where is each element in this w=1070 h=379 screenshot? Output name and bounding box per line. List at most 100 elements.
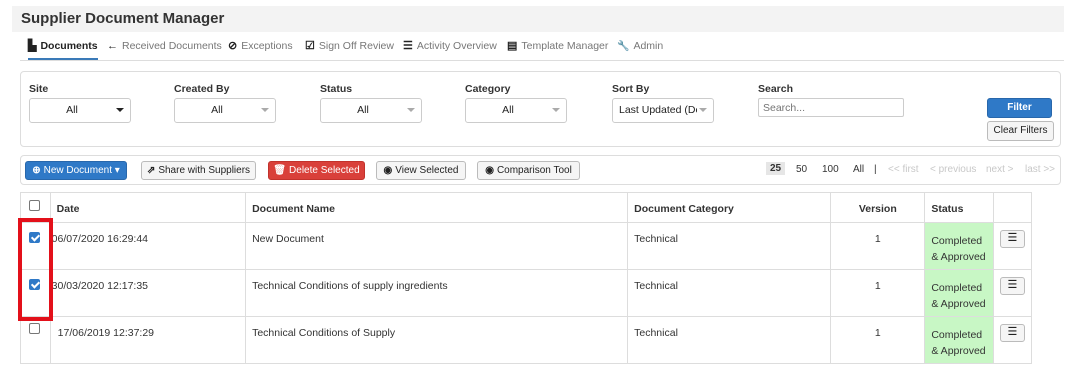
tab-sign-off-review[interactable]: ☑ Sign Off Review (305, 34, 394, 59)
view-selected-button[interactable]: ◉ View Selected (376, 161, 466, 180)
tab-label: Documents (40, 40, 98, 52)
chevron-down-icon (116, 108, 124, 112)
row-actions-cell: ☰ (993, 269, 1033, 317)
new-document-button[interactable]: ⊕ New Document ▾ (25, 161, 127, 180)
checkbox-highlight-box (18, 218, 53, 321)
tab-documents[interactable]: ▙ Documents (28, 34, 98, 60)
table-icon: ▤ (507, 40, 518, 52)
table-header-row: Date Document Name Document Category Ver… (20, 192, 1033, 223)
row-actions-cell: ☰ (993, 316, 1033, 364)
select-all-checkbox[interactable] (29, 200, 40, 211)
tab-template-manager[interactable]: ▤ Template Manager (507, 34, 608, 59)
header-version[interactable]: Version (830, 192, 926, 223)
tab-received-documents[interactable]: ← Received Documents (107, 34, 222, 59)
documents-table: Date Document Name Document Category Ver… (20, 192, 1033, 364)
chevron-down-icon (261, 108, 269, 112)
tab-label: Exceptions (241, 40, 293, 52)
action-toolbar: ⊕ New Document ▾ ⇗ Share with Suppliers 🗑 D… (20, 155, 1061, 185)
created-by-select[interactable]: All (174, 98, 276, 123)
row-category: Technical (627, 269, 832, 317)
page-size-50[interactable]: 50 (796, 164, 807, 175)
comparison-tool-button[interactable]: ◉ Comparison Tool (477, 161, 580, 180)
status-select[interactable]: All (320, 98, 422, 123)
eye-icon: ◉ (383, 165, 393, 176)
row-status: Completed & Approved (924, 316, 994, 364)
created-by-label: Created By (174, 83, 230, 95)
header-actions (993, 192, 1033, 223)
row-date: 06/07/2020 16:29:44 (50, 222, 247, 270)
sort-by-label: Sort By (612, 83, 650, 95)
row-date: 17/06/2019 12:37:29 (50, 316, 247, 364)
site-label: Site (29, 83, 49, 95)
page-size-all[interactable]: All (853, 164, 864, 175)
arrow-left-icon: ← (107, 40, 118, 52)
filter-button[interactable]: Filter (987, 98, 1052, 118)
clear-filters-button[interactable]: Clear Filters (987, 121, 1054, 141)
tab-label: Received Documents (122, 40, 222, 52)
header-status[interactable]: Status (924, 192, 994, 223)
list-menu-button[interactable]: ☰ (999, 324, 1025, 342)
header-date[interactable]: Date (50, 192, 247, 223)
pager-last[interactable]: last >> (1025, 164, 1055, 175)
table-row: 17/06/2019 12:37:29 Technical Conditions… (20, 316, 1033, 364)
tab-label: Template Manager (521, 40, 609, 52)
row-status: Completed & Approved (924, 222, 994, 270)
tab-label: Admin (633, 40, 664, 52)
row-version: 1 (830, 269, 926, 317)
document-icon: ▙ (28, 40, 37, 52)
chevron-down-icon (407, 108, 415, 112)
table-row: 06/07/2020 16:29:44 New Document Technic… (20, 222, 1033, 270)
list-icon: ☰ (1007, 326, 1018, 338)
tab-admin[interactable]: 🔧 Admin (617, 34, 663, 59)
caret-down-icon: ▾ (114, 165, 120, 176)
delete-selected-button[interactable]: 🗑 Delete Selected (268, 161, 365, 180)
filter-panel: Site All Created By All Status All Categ… (20, 71, 1061, 147)
list-icon: ☰ (1007, 232, 1018, 244)
list-icon: ☰ (1007, 279, 1018, 291)
row-document-name[interactable]: Technical Conditions of Supply (245, 316, 629, 364)
chevron-down-icon (699, 108, 707, 112)
tab-activity-overview[interactable]: ☰ Activity Overview (403, 34, 497, 59)
list-menu-button[interactable]: ☰ (999, 277, 1025, 295)
site-select[interactable]: All (29, 98, 131, 123)
row-document-name[interactable]: New Document (245, 222, 629, 270)
page-size-25[interactable]: 25 (766, 162, 786, 175)
share-with-suppliers-button[interactable]: ⇗ Share with Suppliers (141, 161, 256, 180)
pager-separator: | (874, 164, 877, 175)
row-date: 30/03/2020 12:17:35 (50, 269, 247, 317)
pager-next[interactable]: next > (986, 164, 1014, 175)
list-icon: ☰ (403, 40, 413, 52)
row-status: Completed & Approved (924, 269, 994, 317)
share-icon: ⇗ (146, 165, 156, 176)
title-bar: Supplier Document Manager (12, 6, 1064, 32)
search-input[interactable] (758, 98, 904, 117)
row-select-cell (20, 316, 51, 364)
tab-label: Sign Off Review (318, 40, 394, 52)
search-label: Search (758, 83, 794, 95)
nav-tabs: ▙ Documents ← Received Documents ⊘ Exceptio… (20, 34, 1064, 61)
category-label: Category (465, 83, 511, 95)
sort-by-select[interactable]: Last Updated (Desc (612, 98, 714, 123)
pager-first[interactable]: << first (888, 164, 919, 175)
tab-exceptions[interactable]: ⊘ Exceptions (228, 34, 293, 59)
page-size-100[interactable]: 100 (822, 164, 839, 175)
header-document-category[interactable]: Document Category (627, 192, 832, 223)
status-label: Status (320, 83, 353, 95)
wrench-icon: 🔧 (617, 41, 630, 52)
app-title: Supplier Document Manager (21, 10, 225, 27)
check-circle-icon: ⊘ (228, 40, 238, 52)
row-version: 1 (830, 222, 926, 270)
row-checkbox[interactable] (29, 323, 40, 334)
row-category: Technical (627, 316, 832, 364)
row-version: 1 (830, 316, 926, 364)
category-select[interactable]: All (465, 98, 567, 123)
eye-icon: ◉ (485, 165, 494, 176)
row-category: Technical (627, 222, 832, 270)
chevron-down-icon (552, 108, 560, 112)
list-menu-button[interactable]: ☰ (999, 230, 1025, 248)
trash-icon: 🗑 (273, 165, 287, 176)
header-document-name[interactable]: Document Name (245, 192, 629, 223)
row-document-name[interactable]: Technical Conditions of supply ingredien… (245, 269, 629, 317)
row-actions-cell: ☰ (993, 222, 1033, 270)
pager-previous[interactable]: < previous (930, 164, 976, 175)
